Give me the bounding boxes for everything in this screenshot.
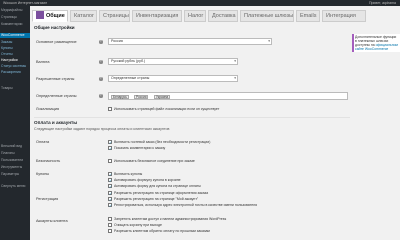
currency-label: Валюта: [36, 60, 50, 64]
geo-checkbox[interactable]: [108, 107, 112, 111]
checkout-section-title: Оплата и аккаунты: [34, 120, 78, 125]
tab-integration[interactable]: Интеграция: [322, 10, 366, 22]
email-username-checkbox[interactable]: [108, 203, 112, 208]
sidebar-item-users[interactable]: Пользователи: [0, 158, 30, 163]
myaccount-registration-label: Разрешить регистрацию на странице "Мой а…: [114, 197, 199, 201]
currency-select[interactable]: Русский рубль (руб.) ▾: [108, 58, 238, 65]
base-location-select[interactable]: Россия ▾: [108, 38, 272, 45]
sidebar-item-media[interactable]: Медиафайлы: [0, 8, 30, 13]
sidebar-item-coupons[interactable]: Купоны: [0, 46, 30, 51]
sidebar-item-tools[interactable]: Инструменты: [0, 165, 30, 170]
coupons-label: Купоны: [36, 172, 50, 176]
user-greeting[interactable]: Привет, aqdrama: [369, 1, 396, 5]
checkout-registration-checkbox[interactable]: [108, 191, 112, 196]
help-icon: ?: [99, 93, 103, 98]
chevron-down-icon: ▾: [268, 39, 270, 43]
secure-checkout-label: Использовать безопасное соединение при з…: [114, 159, 195, 163]
specific-countries-label: Определенные страны: [36, 94, 77, 98]
block-admin-checkbox[interactable]: [108, 217, 112, 221]
clear-cart-checkbox[interactable]: [108, 223, 112, 227]
tab-catalog[interactable]: Каталог: [70, 10, 97, 22]
specific-countries-multiselect[interactable]: Беларусь Россия Украина: [108, 92, 348, 100]
sidebar-collapse[interactable]: Свернуть меню: [0, 184, 30, 189]
email-username-label: Регистрироваться, используя адрес электр…: [114, 203, 257, 207]
chevron-down-icon: ▾: [234, 59, 236, 63]
allowed-countries-select[interactable]: Определенные страны ▾: [108, 75, 238, 82]
guest-checkout-label: Включить гостевой заказ (без необходимос…: [114, 140, 211, 144]
country-chip[interactable]: Украина: [154, 94, 171, 99]
tab-payment-gateways[interactable]: Платежные шлюзы: [240, 10, 294, 22]
main-content: Общие Каталог Страницы Инвентаризация На…: [30, 6, 400, 240]
clear-cart-label: Очищать корзину при выходе: [114, 223, 163, 227]
woocommerce-icon: [36, 11, 44, 20]
enable-coupons-checkbox[interactable]: [108, 172, 112, 177]
order-comments-label: Показать комментарии к заказу: [114, 146, 166, 150]
payment-label: Оплата: [36, 140, 50, 144]
checkout-registration-label: Разрешить регистрацию на странице оформл…: [114, 191, 209, 195]
sidebar-item-woocommerce[interactable]: WooCommerce: [0, 33, 30, 38]
help-icon: ?: [99, 39, 103, 44]
tab-general[interactable]: Общие: [32, 10, 68, 22]
tab-shipping[interactable]: Доставка: [208, 10, 238, 22]
cart-coupon-label: Активировать формулу купона в корзине: [114, 178, 181, 182]
sidebar-item-extensions[interactable]: Расширения: [0, 70, 30, 75]
admin-sidebar: Медиафайлы Страницы Комментарии WooComme…: [0, 6, 30, 240]
tab-tax[interactable]: Налог: [184, 10, 206, 22]
tab-pages[interactable]: Страницы: [99, 10, 130, 22]
sidebar-item-products[interactable]: Товары: [0, 86, 30, 91]
general-section-title: Общие настройки: [34, 25, 75, 30]
repay-orders-checkbox[interactable]: [108, 229, 112, 233]
base-location-label: Основное размещение: [36, 40, 77, 44]
promo-notice: Дополнительные функции в платежных шлюза…: [352, 34, 400, 52]
sidebar-item-settings[interactable]: Настройки: [0, 58, 30, 63]
registration-label: Регистрация: [36, 197, 59, 201]
divider: [34, 117, 350, 118]
site-name[interactable]: Wooшоп Интернет-магазин: [3, 1, 47, 5]
geo-checkbox-label: Использовать страницей файл локализации …: [114, 107, 220, 111]
myaccount-registration-checkbox[interactable]: [108, 197, 112, 202]
settings-tabs: Общие Каталог Страницы Инвентаризация На…: [32, 8, 382, 22]
sidebar-item-options[interactable]: Параметры: [0, 172, 30, 177]
cart-coupon-checkbox[interactable]: [108, 178, 112, 183]
order-comments-checkbox[interactable]: [108, 146, 112, 151]
sidebar-item-appearance[interactable]: Внешний вид: [0, 144, 30, 149]
country-chip[interactable]: Россия: [134, 94, 149, 99]
allowed-countries-label: Разрешенные страны: [36, 77, 75, 81]
sidebar-item-plugins[interactable]: Плагины: [0, 151, 30, 156]
chevron-down-icon: ▾: [234, 76, 236, 80]
guest-checkout-checkbox[interactable]: [108, 140, 112, 145]
security-label: Безопасность: [36, 159, 61, 163]
checkout-coupon-label: Активировать форму для купона на страниц…: [114, 184, 201, 188]
sidebar-item-pages[interactable]: Страницы: [0, 15, 30, 20]
tab-emails[interactable]: Emails: [296, 10, 320, 22]
enable-coupons-label: Включить купоны: [114, 172, 143, 176]
help-icon: ?: [99, 76, 103, 81]
sidebar-item-orders[interactable]: Заказы: [0, 40, 30, 45]
sidebar-item-reports[interactable]: Отчеты: [0, 52, 30, 57]
sidebar-item-comments[interactable]: Комментарии: [0, 22, 30, 27]
block-admin-label: Запретить клиентам доступ к панели админ…: [114, 217, 227, 221]
checkout-coupon-checkbox[interactable]: [108, 184, 112, 189]
repay-orders-label: Разрешить клиентам обратно оплату по про…: [114, 229, 210, 233]
help-icon: ?: [99, 59, 103, 64]
geo-label: Локализация: [36, 107, 60, 111]
sidebar-item-system-status[interactable]: Статус системы: [0, 64, 30, 69]
secure-checkout-checkbox[interactable]: [108, 159, 112, 163]
country-chip[interactable]: Беларусь: [111, 94, 129, 99]
tab-inventory[interactable]: Инвентаризация: [132, 10, 182, 22]
checkout-section-desc: Следующие настройки задают порядок проце…: [34, 127, 170, 131]
accounts-label: Аккаунты клиента: [36, 219, 68, 223]
